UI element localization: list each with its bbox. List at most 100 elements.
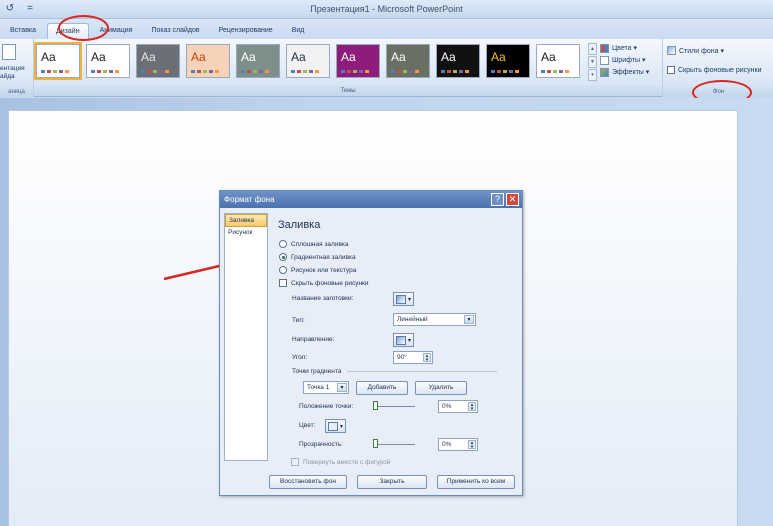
- transparency-track[interactable]: [375, 444, 415, 445]
- transparency-thumb[interactable]: [373, 439, 378, 448]
- fill-radio[interactable]: [279, 240, 287, 248]
- dropdown-arrow-icon: ▾: [408, 296, 412, 303]
- theme-thumbnail[interactable]: Aa: [386, 44, 430, 78]
- preset-swatch-icon: [396, 294, 406, 304]
- stop-position-spinner-icon[interactable]: ▴ ▾: [468, 402, 476, 412]
- theme-thumbnail[interactable]: Aa: [86, 44, 130, 78]
- ribbon: ентация айда аница Aa Aa Aa Aa Aa Aa Aa Aa Aa Aa A…: [0, 39, 773, 97]
- theme-option-label: Эффекты ▾: [612, 69, 650, 76]
- rotate-with-shape-checkbox: [291, 458, 299, 466]
- themes-caption: Темы: [34, 86, 662, 96]
- theme-thumbnail[interactable]: Aa: [536, 44, 580, 78]
- angle-value: 90°: [397, 354, 407, 361]
- title-bar: ↺ = Презентация1 - Microsoft PowerPoint: [0, 0, 773, 19]
- add-stop-button[interactable]: Добавить: [356, 381, 408, 395]
- theme-sample-text: Aa: [491, 50, 506, 64]
- theme-thumbnail[interactable]: Aa: [186, 44, 230, 78]
- stop-position-label: Положение точки:: [299, 403, 354, 410]
- angle-input[interactable]: 90° ▴ ▾: [393, 351, 433, 364]
- direction-button[interactable]: ▾: [393, 333, 415, 347]
- transparency-value: 0%: [442, 441, 452, 448]
- effects-icon: [600, 67, 609, 77]
- reset-background-button[interactable]: Восстановить фон: [269, 475, 347, 489]
- stop-position-thumb[interactable]: [373, 401, 378, 410]
- theme-option-0[interactable]: Цвета ▾: [600, 42, 658, 54]
- theme-thumbnail[interactable]: Aa: [486, 44, 530, 78]
- hide-background-graphics[interactable]: Скрыть фоновые рисунки: [667, 66, 761, 74]
- theme-option-2[interactable]: Эффекты ▾: [600, 66, 658, 78]
- tab-5[interactable]: Вид: [284, 23, 313, 39]
- stop-position-track[interactable]: [375, 406, 415, 407]
- fill-option-1[interactable]: Градиентная заливка: [279, 253, 356, 261]
- theme-sample-text: Aa: [391, 50, 406, 64]
- type-value: Линейный: [397, 316, 428, 323]
- fill-option-0[interactable]: Сплошная заливка: [279, 240, 349, 248]
- gallery-up-icon[interactable]: ▲: [588, 43, 597, 55]
- stop-value: Точка 1: [307, 384, 330, 391]
- fill-option-label: Градиентная заливка: [291, 253, 356, 261]
- color-button[interactable]: ▾: [325, 419, 347, 433]
- preset-label: Название заготовки:: [292, 295, 354, 302]
- transparency-input[interactable]: 0% ▴ ▾: [438, 438, 478, 451]
- fill-option-2[interactable]: Рисунок или текстура: [279, 266, 356, 274]
- stop-select[interactable]: Точка 1 ▾: [303, 381, 349, 394]
- transparency-spinner-icon[interactable]: ▴ ▾: [468, 440, 476, 450]
- gallery-down-icon[interactable]: ▼: [588, 56, 597, 68]
- hide-graphics-checkbox[interactable]: [279, 279, 287, 287]
- preset-colors-button[interactable]: ▾: [393, 292, 415, 306]
- theme-option-1[interactable]: Шрифты ▾: [600, 54, 658, 66]
- gallery-more-icon[interactable]: ▾: [588, 69, 597, 81]
- theme-color-bars: [41, 70, 69, 73]
- sidebar-item-1[interactable]: Рисунок: [225, 227, 267, 238]
- sidebar-item-0[interactable]: Заливка: [225, 214, 267, 227]
- transparency-label: Прозрачность:: [299, 441, 343, 448]
- theme-color-bars: [441, 70, 469, 73]
- close-icon[interactable]: ✕: [506, 193, 519, 206]
- theme-sample-text: Aa: [241, 50, 256, 64]
- fonts-icon: [600, 55, 609, 65]
- theme-color-bars: [491, 70, 519, 73]
- hide-background-checkbox[interactable]: [667, 66, 675, 74]
- theme-sample-text: Aa: [341, 50, 356, 64]
- fill-radio[interactable]: [279, 266, 287, 274]
- theme-color-bars: [291, 70, 319, 73]
- chevron-down-icon: ▾: [464, 315, 474, 324]
- close-dialog-button[interactable]: Закрыть: [357, 475, 427, 489]
- theme-thumbnail[interactable]: Aa: [286, 44, 330, 78]
- tab-4[interactable]: Рецензирование: [211, 23, 281, 39]
- dropdown-arrow-icon: ▾: [408, 337, 412, 344]
- fill-radio[interactable]: [279, 253, 287, 261]
- background-styles-button[interactable]: Стили фона ▾: [667, 46, 724, 55]
- direction-swatch-icon: [396, 335, 406, 345]
- rotate-with-shape-label: Повернуть вместе с фигурой: [303, 458, 391, 466]
- stop-position-input[interactable]: 0% ▴ ▾: [438, 400, 478, 413]
- theme-thumbnail[interactable]: Aa: [136, 44, 180, 78]
- angle-spinner-icon[interactable]: ▴ ▾: [423, 353, 431, 363]
- tab-3[interactable]: Показ слайдов: [143, 23, 207, 39]
- dialog-sidebar: Заливка Рисунок: [224, 213, 268, 461]
- window-title: Презентация1 - Microsoft PowerPoint: [310, 4, 463, 14]
- direction-label: Направление:: [292, 336, 335, 343]
- theme-sample-text: Aa: [41, 50, 56, 64]
- theme-thumbnail[interactable]: Aa: [236, 44, 280, 78]
- theme-sample-text: Aa: [441, 50, 456, 64]
- angle-label: Угол:: [292, 354, 308, 361]
- chevron-down-icon: ▾: [337, 383, 347, 392]
- page-setup-label[interactable]: ентация айда: [0, 65, 25, 81]
- type-select[interactable]: Линейный ▾: [393, 313, 476, 326]
- page-setup-icon[interactable]: [2, 44, 16, 60]
- help-icon[interactable]: ?: [491, 193, 504, 206]
- rotate-with-shape-option: Повернуть вместе с фигурой: [279, 458, 390, 466]
- remove-stop-button[interactable]: Удалить: [415, 381, 467, 395]
- fill-option-label: Сплошная заливка: [291, 240, 349, 248]
- hide-graphics-option[interactable]: Скрыть фоновые рисунки: [279, 279, 369, 287]
- theme-sample-text: Aa: [541, 50, 556, 64]
- tab-0[interactable]: Вставка: [2, 23, 44, 39]
- background-styles-icon: [667, 46, 676, 55]
- apply-to-all-button[interactable]: Применить ко всем: [437, 475, 515, 489]
- colors-icon: [600, 43, 609, 53]
- fill-option-label: Рисунок или текстура: [291, 266, 357, 274]
- theme-thumbnail[interactable]: Aa: [436, 44, 480, 78]
- theme-thumbnail[interactable]: Aa: [34, 42, 82, 80]
- theme-thumbnail[interactable]: Aa: [336, 44, 380, 78]
